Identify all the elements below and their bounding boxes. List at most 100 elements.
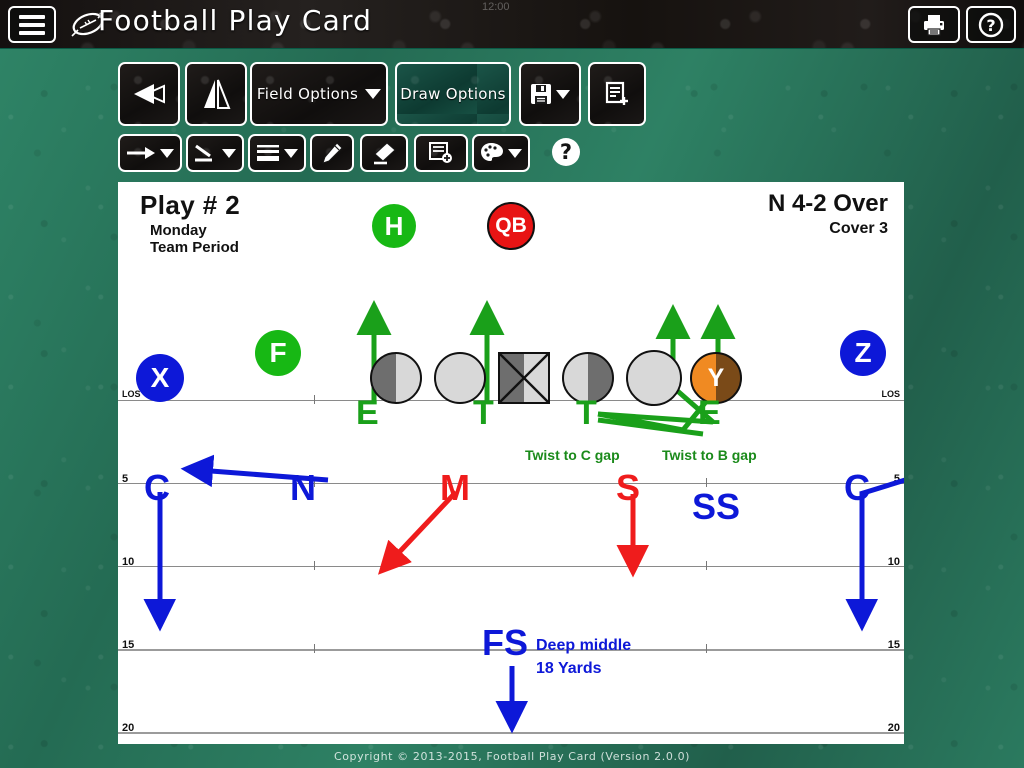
color-palette-button[interactable]	[472, 134, 530, 172]
los-label-left: LOS	[122, 389, 141, 399]
player-label: Z	[854, 337, 872, 368]
defender-label-free-safety: FS	[482, 622, 529, 663]
yard-number-left-20: 20	[122, 722, 135, 734]
fs-note-line1: Deep middle	[536, 637, 632, 654]
yard-number-right-15: 15	[887, 639, 900, 651]
player-label: H	[384, 210, 404, 241]
chevron-down-icon	[508, 148, 522, 158]
help-button[interactable]: ?	[552, 138, 580, 166]
hash-tick	[314, 395, 315, 404]
twist-cross-line-b	[597, 417, 704, 437]
coverage-name: Cover 3	[829, 220, 888, 237]
chevron-down-icon	[556, 89, 570, 99]
question-mark-icon: ?	[559, 140, 573, 164]
hash-tick	[706, 561, 707, 570]
question-mark-icon: ?	[978, 12, 1004, 37]
defense-name: N 4-2 Over	[767, 190, 888, 217]
arrow-tool-button[interactable]	[118, 134, 182, 172]
pencil-icon	[322, 142, 343, 164]
add-note-button[interactable]	[414, 134, 468, 172]
hamburger-menu-button[interactable]	[8, 6, 56, 43]
print-button[interactable]	[908, 6, 960, 43]
center-x-icon	[500, 354, 548, 402]
field-options-label: Field Options	[256, 85, 359, 103]
defender-label-nickel: N	[290, 467, 316, 508]
fs-note-line2: 18 Yards	[536, 660, 602, 677]
dline-label-right-tackle: T	[576, 394, 597, 432]
defender-label-sam: S	[616, 467, 641, 508]
angled-line-icon	[195, 144, 212, 162]
ol-center[interactable]	[498, 352, 550, 404]
copyright-footer: Copyright © 2013-2015, Football Play Car…	[333, 750, 691, 763]
dline-label-left-tackle: T	[473, 394, 494, 432]
yard-number-left-10: 10	[122, 556, 135, 568]
yard-number-left-15: 15	[122, 639, 135, 651]
player-label: Y	[707, 363, 725, 392]
player-label: X	[150, 362, 170, 393]
title-bar: Football Play Card 12:00 ?	[0, 0, 1024, 49]
yard-line-20	[118, 732, 904, 734]
yard-number-right-20: 20	[887, 722, 900, 734]
yard-number-right-5: 5	[893, 473, 900, 485]
help-button-titlebar[interactable]: ?	[966, 6, 1016, 43]
offense-player-f[interactable]: F	[255, 330, 301, 376]
yard-number-right-10: 10	[887, 556, 900, 568]
hamburger-menu-icon	[19, 14, 45, 35]
printer-icon	[924, 14, 944, 36]
yard-line-10	[118, 566, 904, 567]
eraser-icon	[374, 142, 396, 165]
player-label: F	[269, 337, 287, 368]
note-add-icon	[429, 142, 452, 163]
new-document-icon	[605, 81, 628, 105]
chevron-down-icon	[365, 89, 382, 99]
hash-tick	[706, 644, 707, 653]
palette-icon	[481, 143, 503, 161]
offense-player-z[interactable]: Z	[840, 330, 886, 376]
flip-left-arrow-icon	[134, 84, 165, 104]
los-label-right: LOS	[881, 389, 900, 399]
hash-tick	[314, 644, 315, 653]
stacked-lines-icon	[257, 145, 279, 161]
save-button[interactable]	[519, 62, 581, 126]
chevron-down-icon	[222, 148, 236, 158]
offense-player-qb[interactable]: QB	[487, 202, 535, 250]
chevron-down-icon	[160, 148, 174, 158]
pencil-tool-button[interactable]	[310, 134, 354, 172]
stunt-note-c-gap: Twist to C gap	[525, 447, 620, 463]
right-arrow-icon	[127, 147, 155, 159]
twist-cross-line-a	[597, 411, 714, 425]
stunt-note-b-gap: Twist to B gap	[662, 447, 757, 463]
defender-label-corner-right: C	[844, 467, 870, 508]
draw-options-label: Draw Options	[400, 85, 506, 103]
defender-label-corner-left: C	[144, 467, 170, 508]
offense-player-h[interactable]: H	[372, 204, 416, 248]
dline-label-left-end: E	[356, 394, 379, 432]
play-day: Monday	[150, 222, 207, 239]
player-label: QB	[495, 214, 527, 237]
defender-label-strong-safety: SS	[692, 486, 741, 527]
svg-text:?: ?	[986, 16, 995, 35]
play-card: Play # 2 Monday Team Period N 4-2 Over C…	[118, 182, 904, 744]
play-title: Play # 2	[140, 190, 241, 220]
mirror-button[interactable]	[185, 62, 247, 126]
mirror-flip-icon	[204, 79, 231, 109]
hash-tick	[314, 561, 315, 570]
line-weight-tool-button[interactable]	[248, 134, 306, 172]
app-root: Football Play Card 12:00 ? Field Options…	[0, 0, 1024, 768]
play-period: Team Period	[150, 239, 239, 256]
flip-horizontal-button[interactable]	[118, 62, 180, 126]
field-options-button[interactable]: Field Options	[250, 62, 388, 126]
offense-player-x[interactable]: X	[136, 354, 184, 402]
yard-number-left-5: 5	[122, 473, 129, 485]
line-style-tool-button[interactable]	[186, 134, 244, 172]
yard-line-5	[118, 483, 904, 484]
draw-options-button[interactable]: Draw Options	[395, 62, 511, 126]
defender-label-mike: M	[440, 467, 470, 508]
chevron-down-icon	[284, 148, 298, 158]
ol-right-tackle[interactable]	[626, 350, 682, 406]
clock-text: 12:00	[482, 1, 510, 13]
dline-label-right-end: E	[698, 394, 721, 432]
new-card-button[interactable]	[588, 62, 646, 126]
app-title: Football Play Card	[98, 4, 373, 37]
eraser-tool-button[interactable]	[360, 134, 408, 172]
